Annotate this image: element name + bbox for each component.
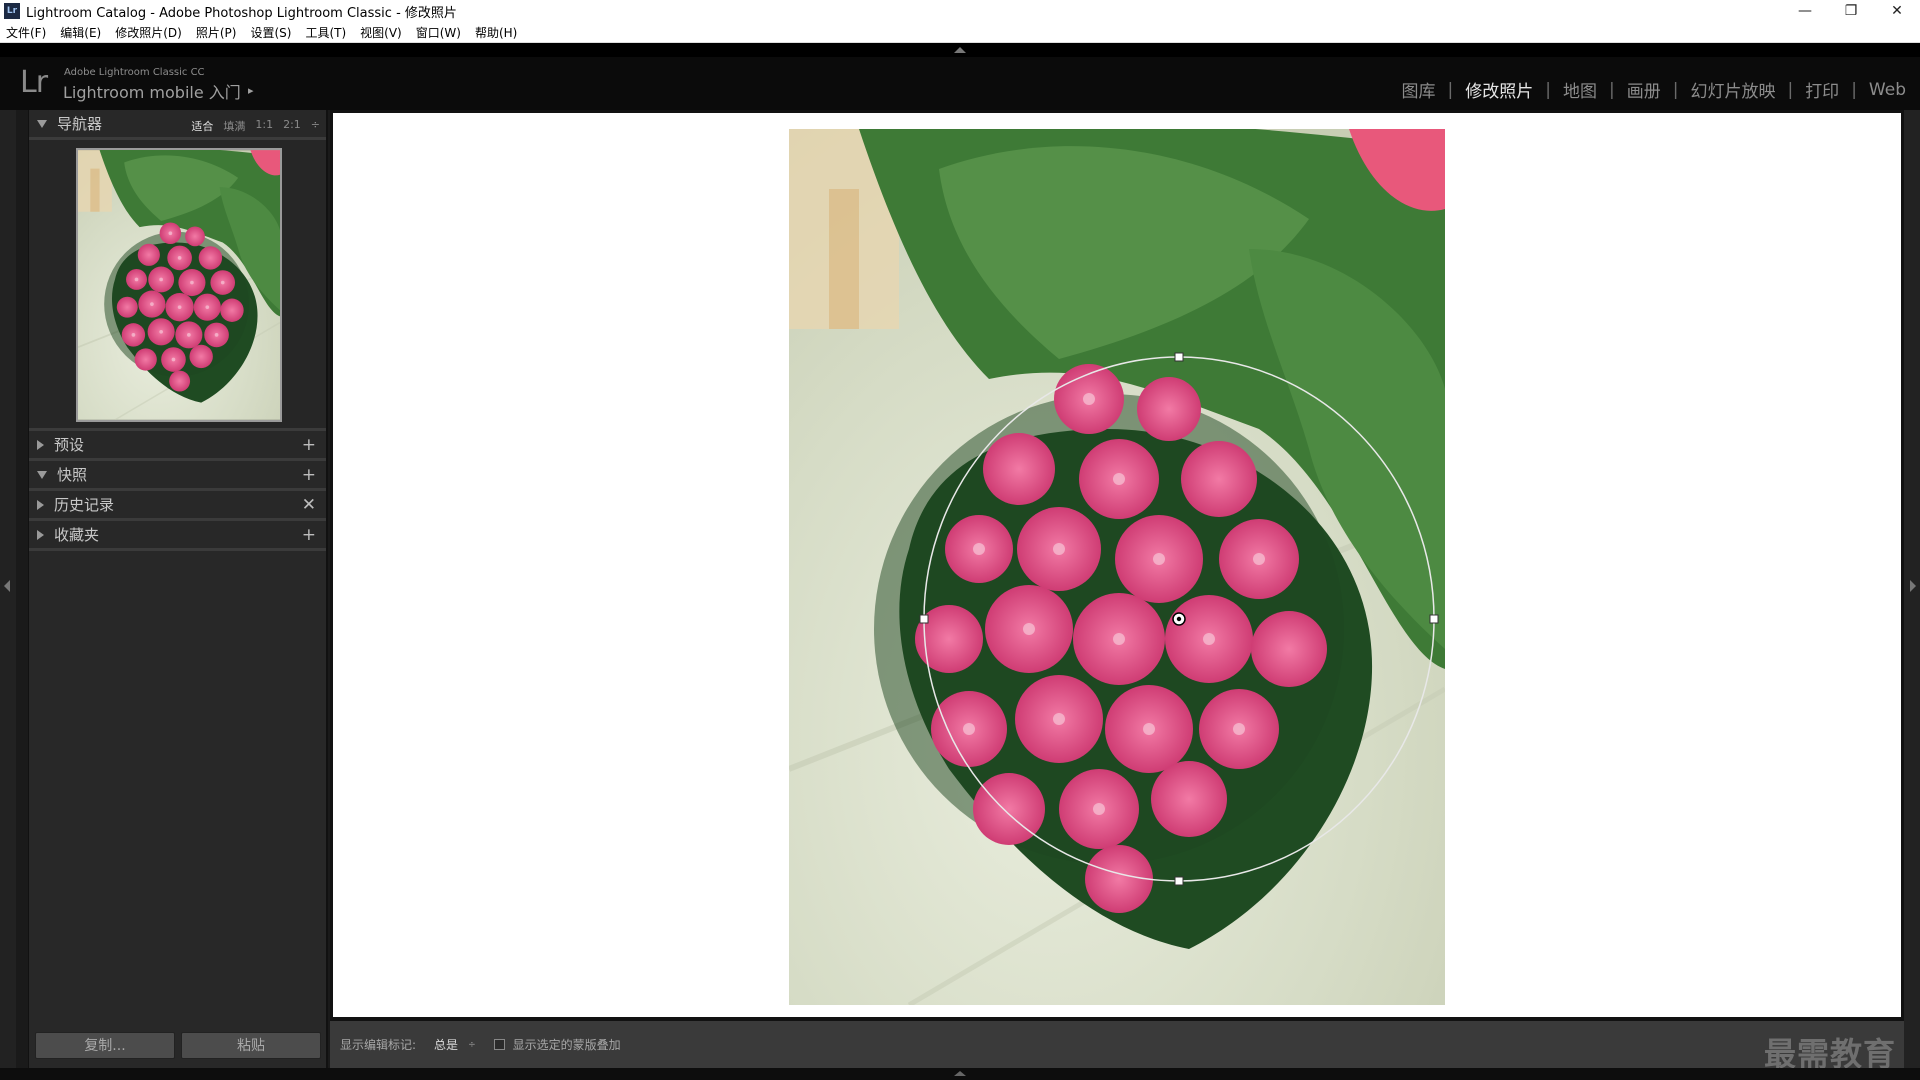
minimize-button[interactable]: — [1782,0,1828,22]
menu-develop[interactable]: 修改照片(D) [115,24,182,41]
module-separator: | [1545,79,1551,100]
title-bar: Lr Lightroom Catalog - Adobe Photoshop L… [0,0,1920,22]
module-separator: | [1851,79,1857,100]
collapse-top-arrow-icon [954,47,966,53]
copy-paste-row: 复制... 粘贴 [29,1025,327,1065]
menu-help[interactable]: 帮助(H) [475,24,517,41]
pin-center-dot [1176,616,1182,622]
module-develop[interactable]: 修改照片 [1465,77,1533,102]
menu-window[interactable]: 窗口(W) [416,24,461,41]
menu-tools[interactable]: 工具(T) [305,24,346,41]
radial-filter-overlay[interactable] [789,129,1445,1005]
navigator-zoom-options: 适合 填满 1:1 2:1 ÷ [181,118,320,134]
module-slideshow[interactable]: 幻灯片放映 [1690,77,1775,102]
add-collection-icon[interactable]: + [302,525,316,545]
restore-button[interactable]: ❐ [1828,0,1874,22]
module-separator: | [1608,79,1615,100]
zoom-2-1[interactable]: 2:1 [283,118,301,134]
presets-header[interactable]: 预设 + [29,431,326,461]
expand-triangle-icon [37,470,47,479]
module-picker: 图库 | 修改照片 | 地图 | 画册 | 幻灯片放映 | 打印 | Web [1402,77,1906,103]
identity-plate-mobile[interactable]: Lightroom mobile 入门 [63,79,241,103]
module-header: Lr Adobe Lightroom Classic CC Lightroom … [0,57,1920,110]
zoom-fit[interactable]: 适合 [191,118,213,134]
window-title: Lightroom Catalog - Adobe Photoshop Ligh… [26,5,457,21]
collapsed-triangle-icon [37,439,44,450]
copy-settings-button[interactable]: 复制... [35,1031,175,1059]
show-edit-pins-select[interactable]: 总是 [434,1036,458,1053]
snapshots-header[interactable]: 快照 + [29,461,326,491]
navigator-preview [29,140,326,431]
expand-right-arrow-icon [1910,580,1916,592]
menu-bar: 文件(F) 编辑(E) 修改照片(D) 照片(P) 设置(S) 工具(T) 视图… [0,22,1920,43]
module-separator: | [1447,79,1454,100]
module-library[interactable]: 图库 [1402,77,1436,102]
presets-title: 预设 [54,436,85,454]
select-caret-icon[interactable]: ÷ [468,1040,476,1050]
filmstrip-toggle[interactable] [0,1068,1920,1080]
module-separator: | [1672,79,1679,100]
thumbnail-image [78,150,280,420]
zoom-dropdown-icon[interactable]: ÷ [311,118,320,134]
play-arrow-icon[interactable]: ▸ [248,84,254,97]
bottom-toolbar: 显示编辑标记: 总是 ÷ 显示选定的蒙版叠加 最需教育 [330,1020,1904,1073]
collapsed-triangle-icon [37,499,44,510]
left-panel-toggle[interactable] [0,110,16,1068]
expand-bottom-arrow-icon [954,1071,966,1076]
right-panel-toggle[interactable] [1904,110,1920,1068]
zoom-fill[interactable]: 填满 [223,118,245,134]
navigator-header[interactable]: 导航器 适合 填满 1:1 2:1 ÷ [29,110,326,140]
add-preset-icon[interactable]: + [302,435,316,455]
module-separator: | [1787,79,1794,100]
clear-history-icon[interactable]: ✕ [302,495,316,515]
close-button[interactable]: ✕ [1874,0,1920,22]
zoom-1-1[interactable]: 1:1 [255,118,273,134]
menu-photo[interactable]: 照片(P) [196,24,237,41]
menu-settings[interactable]: 设置(S) [250,24,291,41]
module-map[interactable]: 地图 [1563,77,1597,102]
module-print[interactable]: 打印 [1805,77,1839,102]
identity-plate-small: Adobe Lightroom Classic CC [64,67,205,78]
module-web[interactable]: Web [1869,80,1906,100]
collapsed-triangle-icon [37,529,44,540]
add-snapshot-icon[interactable]: + [302,465,316,485]
image-canvas[interactable] [330,110,1904,1020]
history-title: 历史记录 [54,496,115,514]
left-panel: 导航器 适合 填满 1:1 2:1 ÷ 预设 + 快照 + 历史记录 ✕ 收藏夹… [28,110,328,1068]
lr-logo: Lr [20,65,48,100]
history-header[interactable]: 历史记录 ✕ [29,491,326,521]
photo-preview[interactable] [789,129,1445,1005]
module-book[interactable]: 画册 [1627,77,1661,102]
window-controls: — ❐ ✕ [1782,0,1920,22]
radial-handle-right[interactable] [1429,614,1439,624]
menu-file[interactable]: 文件(F) [6,24,46,41]
radial-handle-bottom[interactable] [1174,876,1184,886]
expand-triangle-icon [37,119,47,128]
show-edit-pins-label: 显示编辑标记: [340,1038,417,1052]
radial-handle-left[interactable] [919,614,929,624]
top-panel-toggle[interactable] [0,43,1920,57]
snapshots-title: 快照 [57,466,88,484]
radial-handle-top[interactable] [1174,352,1184,362]
show-mask-overlay-checkbox[interactable] [493,1039,505,1050]
lightroom-app-icon: Lr [4,3,20,19]
paste-settings-button[interactable]: 粘贴 [181,1031,321,1059]
show-mask-overlay-label[interactable]: 显示选定的蒙版叠加 [513,1036,621,1053]
navigator-title: 导航器 [57,115,103,133]
menu-view[interactable]: 视图(V) [360,24,402,41]
collapse-left-arrow-icon [4,580,10,592]
collections-header[interactable]: 收藏夹 + [29,521,326,551]
navigator-thumbnail[interactable] [76,148,282,422]
collections-title: 收藏夹 [54,526,100,544]
menu-edit[interactable]: 编辑(E) [60,24,101,41]
